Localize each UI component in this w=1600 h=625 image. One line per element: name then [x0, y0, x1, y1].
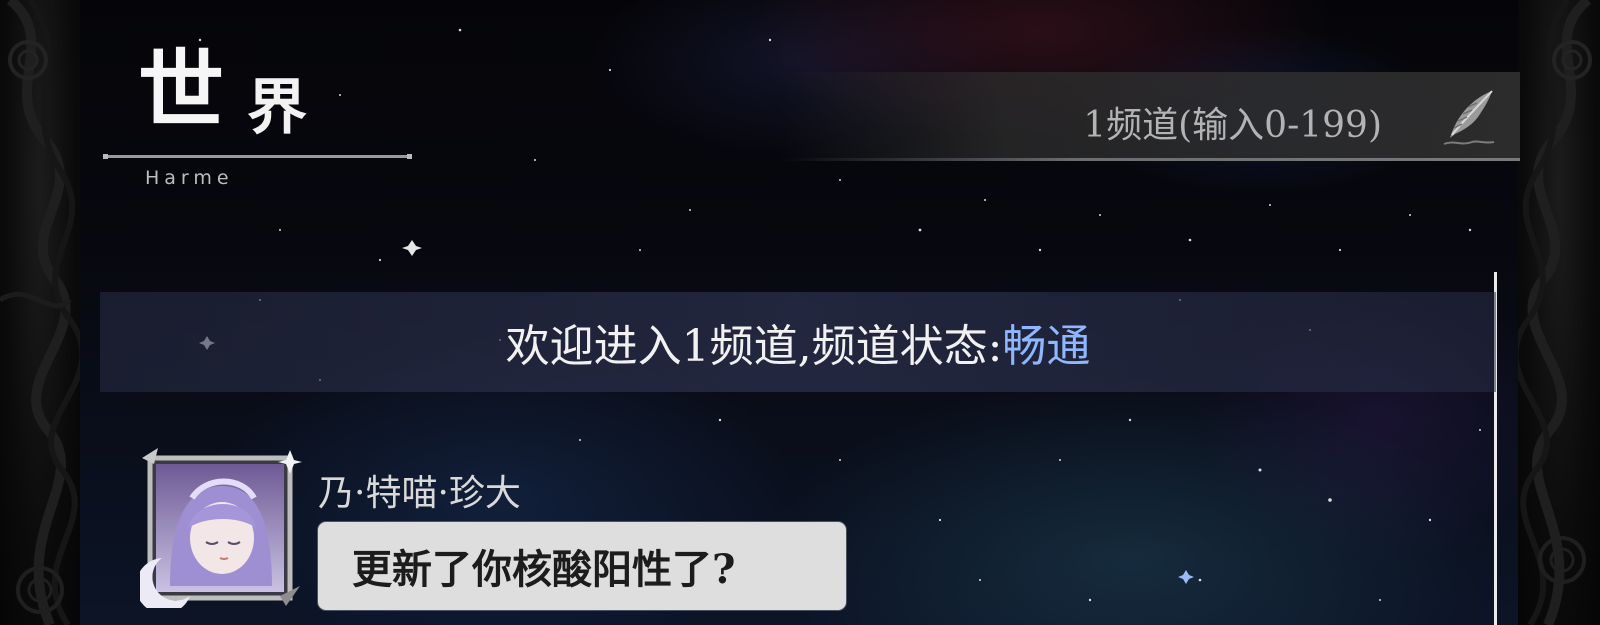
- channel-input-underline: [780, 158, 1520, 161]
- left-ornate-frame: [0, 0, 80, 625]
- quill-icon[interactable]: [1440, 88, 1496, 150]
- right-ornate-frame: [1518, 0, 1600, 625]
- world-title-block: 世 界 Harme: [103, 40, 415, 200]
- title-main-char: 世: [138, 40, 226, 141]
- channel-input-field[interactable]: 1频道(输入0-199): [1083, 96, 1382, 148]
- title-underline: [103, 154, 412, 159]
- welcome-message: 欢迎进入1频道,频道状态: 畅通: [100, 292, 1496, 392]
- welcome-banner: 欢迎进入1频道,频道状态: 畅通: [100, 292, 1496, 392]
- welcome-prefix: 欢迎进入1频道,频道状态:: [505, 321, 1003, 372]
- message-text: 更新了你核酸阳性了?: [352, 546, 736, 593]
- title-romanized: Harme: [145, 167, 234, 189]
- message-bubble[interactable]: 更新了你核酸阳性了?: [318, 522, 846, 610]
- sleeping-girl-avatar[interactable]: [135, 446, 302, 614]
- channel-status: 畅通: [1002, 321, 1091, 372]
- title-secondary-char: 界: [247, 73, 307, 143]
- message-sender-name[interactable]: 乃·特喵·珍大: [318, 464, 521, 516]
